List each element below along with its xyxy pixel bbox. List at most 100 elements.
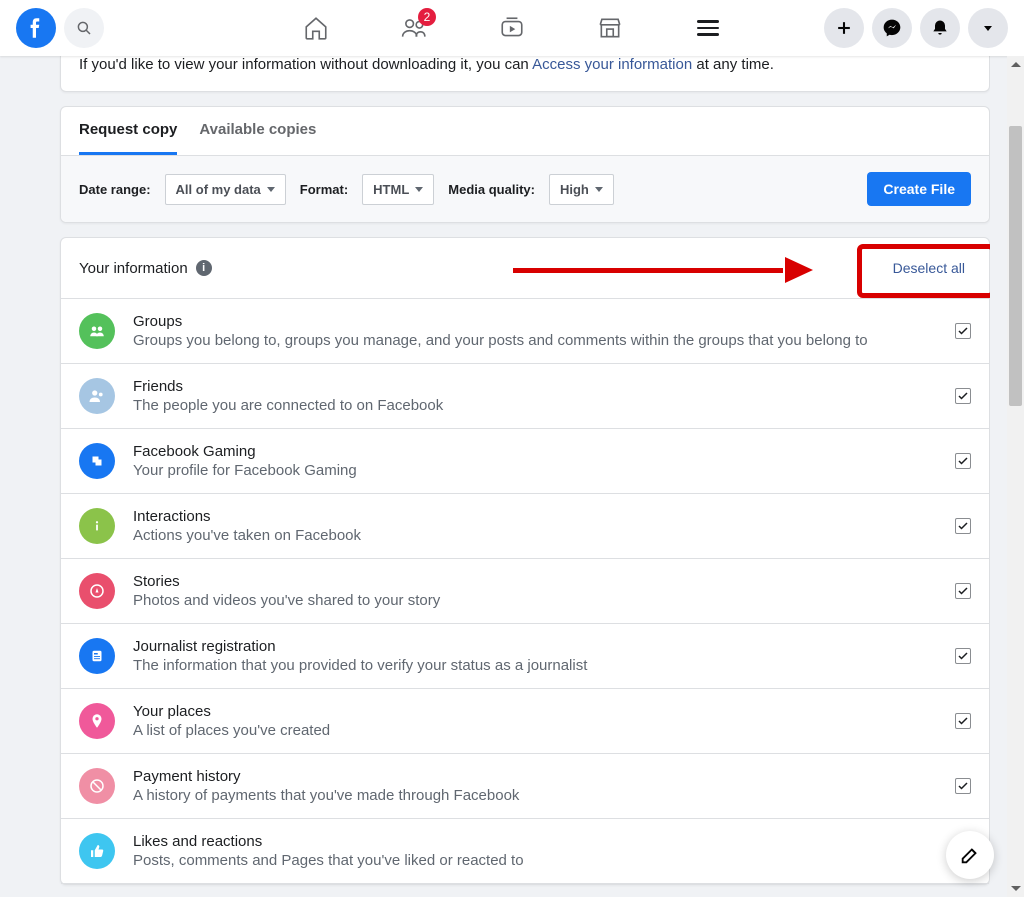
info-row-subtitle: The information that you provided to ver…: [133, 657, 937, 674]
friends-nav-icon[interactable]: 2: [400, 14, 428, 42]
info-row[interactable]: Journalist registration The information t…: [61, 624, 989, 689]
friends-icon: [79, 378, 115, 414]
vertical-scrollbar[interactable]: [1007, 56, 1024, 897]
info-row-subtitle: The people you are connected to on Faceb…: [133, 397, 937, 414]
scroll-up-icon[interactable]: [1007, 56, 1024, 73]
nav-right: [824, 8, 1008, 48]
info-row-checkbox[interactable]: [955, 778, 971, 794]
top-navigation: 2: [0, 0, 1024, 56]
create-file-button[interactable]: Create File: [867, 172, 971, 206]
intro-card: If you'd like to view your information w…: [60, 56, 990, 92]
info-row-checkbox[interactable]: [955, 388, 971, 404]
compose-fab[interactable]: [946, 831, 994, 879]
nav-left: [16, 8, 104, 48]
info-row-subtitle: Photos and videos you've shared to your …: [133, 592, 937, 609]
info-row[interactable]: Groups Groups you belong to, groups you m…: [61, 299, 989, 364]
controls-row: Date range: All of my data Format: HTML …: [61, 156, 989, 222]
request-card: Request copy Available copies Date range…: [60, 106, 990, 223]
info-row[interactable]: Stories Photos and videos you've shared t…: [61, 559, 989, 624]
gaming-icon: [79, 443, 115, 479]
deselect-all-button[interactable]: Deselect all: [887, 256, 971, 280]
info-row-title: Payment history: [133, 768, 937, 785]
groups-icon: [79, 313, 115, 349]
format-select[interactable]: HTML: [362, 174, 434, 205]
info-row-subtitle: Your profile for Facebook Gaming: [133, 462, 937, 479]
chevron-down-icon: [595, 187, 603, 192]
intro-text-prefix: If you'd like to view your information w…: [79, 56, 532, 73]
search-button[interactable]: [64, 8, 104, 48]
scroll-thumb[interactable]: [1009, 126, 1022, 406]
info-row-text: Likes and reactions Posts, comments and P…: [133, 833, 937, 869]
tab-request-copy[interactable]: Request copy: [79, 121, 177, 155]
facebook-logo-icon[interactable]: [16, 8, 56, 48]
info-row-checkbox[interactable]: [955, 583, 971, 599]
info-row-text: Journalist registration The information t…: [133, 638, 937, 674]
info-row-checkbox[interactable]: [955, 518, 971, 534]
tabs-row: Request copy Available copies: [61, 107, 989, 156]
info-row-subtitle: A list of places you've created: [133, 722, 937, 739]
menu-icon[interactable]: [694, 14, 722, 42]
info-row-checkbox[interactable]: [955, 323, 971, 339]
info-row[interactable]: Likes and reactions Posts, comments and P…: [61, 819, 989, 884]
bell-icon: [930, 18, 950, 38]
info-row-title: Friends: [133, 378, 937, 395]
info-row-checkbox[interactable]: [955, 648, 971, 664]
payment-icon: [79, 768, 115, 804]
edit-icon: [959, 844, 981, 866]
date-range-label: Date range:: [79, 182, 151, 197]
info-icon: [79, 508, 115, 544]
watch-icon[interactable]: [498, 14, 526, 42]
tab-available-copies[interactable]: Available copies: [199, 121, 316, 155]
info-row-title: Your places: [133, 703, 937, 720]
info-row-title: Stories: [133, 573, 937, 590]
info-row-title: Journalist registration: [133, 638, 937, 655]
home-icon[interactable]: [302, 14, 330, 42]
media-quality-value: High: [560, 182, 589, 197]
nav-center: 2: [302, 14, 722, 42]
marketplace-icon[interactable]: [596, 14, 624, 42]
like-icon: [79, 833, 115, 869]
info-row-title: Groups: [133, 313, 937, 330]
info-row[interactable]: Payment historyA history of payments tha…: [61, 754, 989, 819]
media-quality-select[interactable]: High: [549, 174, 614, 205]
info-row-text: InteractionsActions you've taken on Face…: [133, 508, 937, 544]
search-icon: [75, 19, 93, 37]
format-label: Format:: [300, 182, 348, 197]
notifications-button[interactable]: [920, 8, 960, 48]
stories-icon: [79, 573, 115, 609]
info-row-checkbox[interactable]: [955, 453, 971, 469]
messenger-icon: [882, 18, 902, 38]
your-information-card: Your information i Deselect all GroupsGr…: [60, 237, 990, 885]
date-range-value: All of my data: [176, 182, 261, 197]
info-row[interactable]: InteractionsActions you've taken on Face…: [61, 494, 989, 559]
page-content: If you'd like to view your information w…: [0, 56, 990, 897]
info-row[interactable]: Your places A list of places you've creat…: [61, 689, 989, 754]
account-dropdown-button[interactable]: [968, 8, 1008, 48]
info-tooltip-icon[interactable]: i: [196, 260, 212, 276]
info-row-text: Payment historyA history of payments tha…: [133, 768, 937, 804]
info-row-text: Groups Groups you belong to, groups you m…: [133, 313, 937, 349]
info-row-subtitle: Posts, comments and Pages that you've li…: [133, 852, 937, 869]
info-row[interactable]: Friends The people you are connected to o…: [61, 364, 989, 429]
your-information-header: Your information i Deselect all: [61, 238, 989, 299]
info-row-subtitle: Groups you belong to, groups you manage,…: [133, 332, 937, 349]
messenger-button[interactable]: [872, 8, 912, 48]
info-row-subtitle: Actions you've taken on Facebook: [133, 527, 937, 544]
scroll-down-icon[interactable]: [1007, 880, 1024, 897]
create-button[interactable]: [824, 8, 864, 48]
friends-badge: 2: [418, 8, 436, 26]
chevron-down-icon: [267, 187, 275, 192]
place-icon: [79, 703, 115, 739]
annotation-arrow: [513, 260, 813, 280]
chevron-down-icon: [415, 187, 423, 192]
info-row-title: Likes and reactions: [133, 833, 937, 850]
info-row-text: Stories Photos and videos you've shared t…: [133, 573, 937, 609]
info-row-text: Your places A list of places you've creat…: [133, 703, 937, 739]
plus-icon: [834, 18, 854, 38]
info-row-title: Facebook Gaming: [133, 443, 937, 460]
info-row[interactable]: Facebook Gaming Your profile for Facebook…: [61, 429, 989, 494]
info-row-checkbox[interactable]: [955, 713, 971, 729]
hamburger-icon: [697, 16, 719, 40]
access-info-link[interactable]: Access your information: [532, 56, 692, 73]
date-range-select[interactable]: All of my data: [165, 174, 286, 205]
